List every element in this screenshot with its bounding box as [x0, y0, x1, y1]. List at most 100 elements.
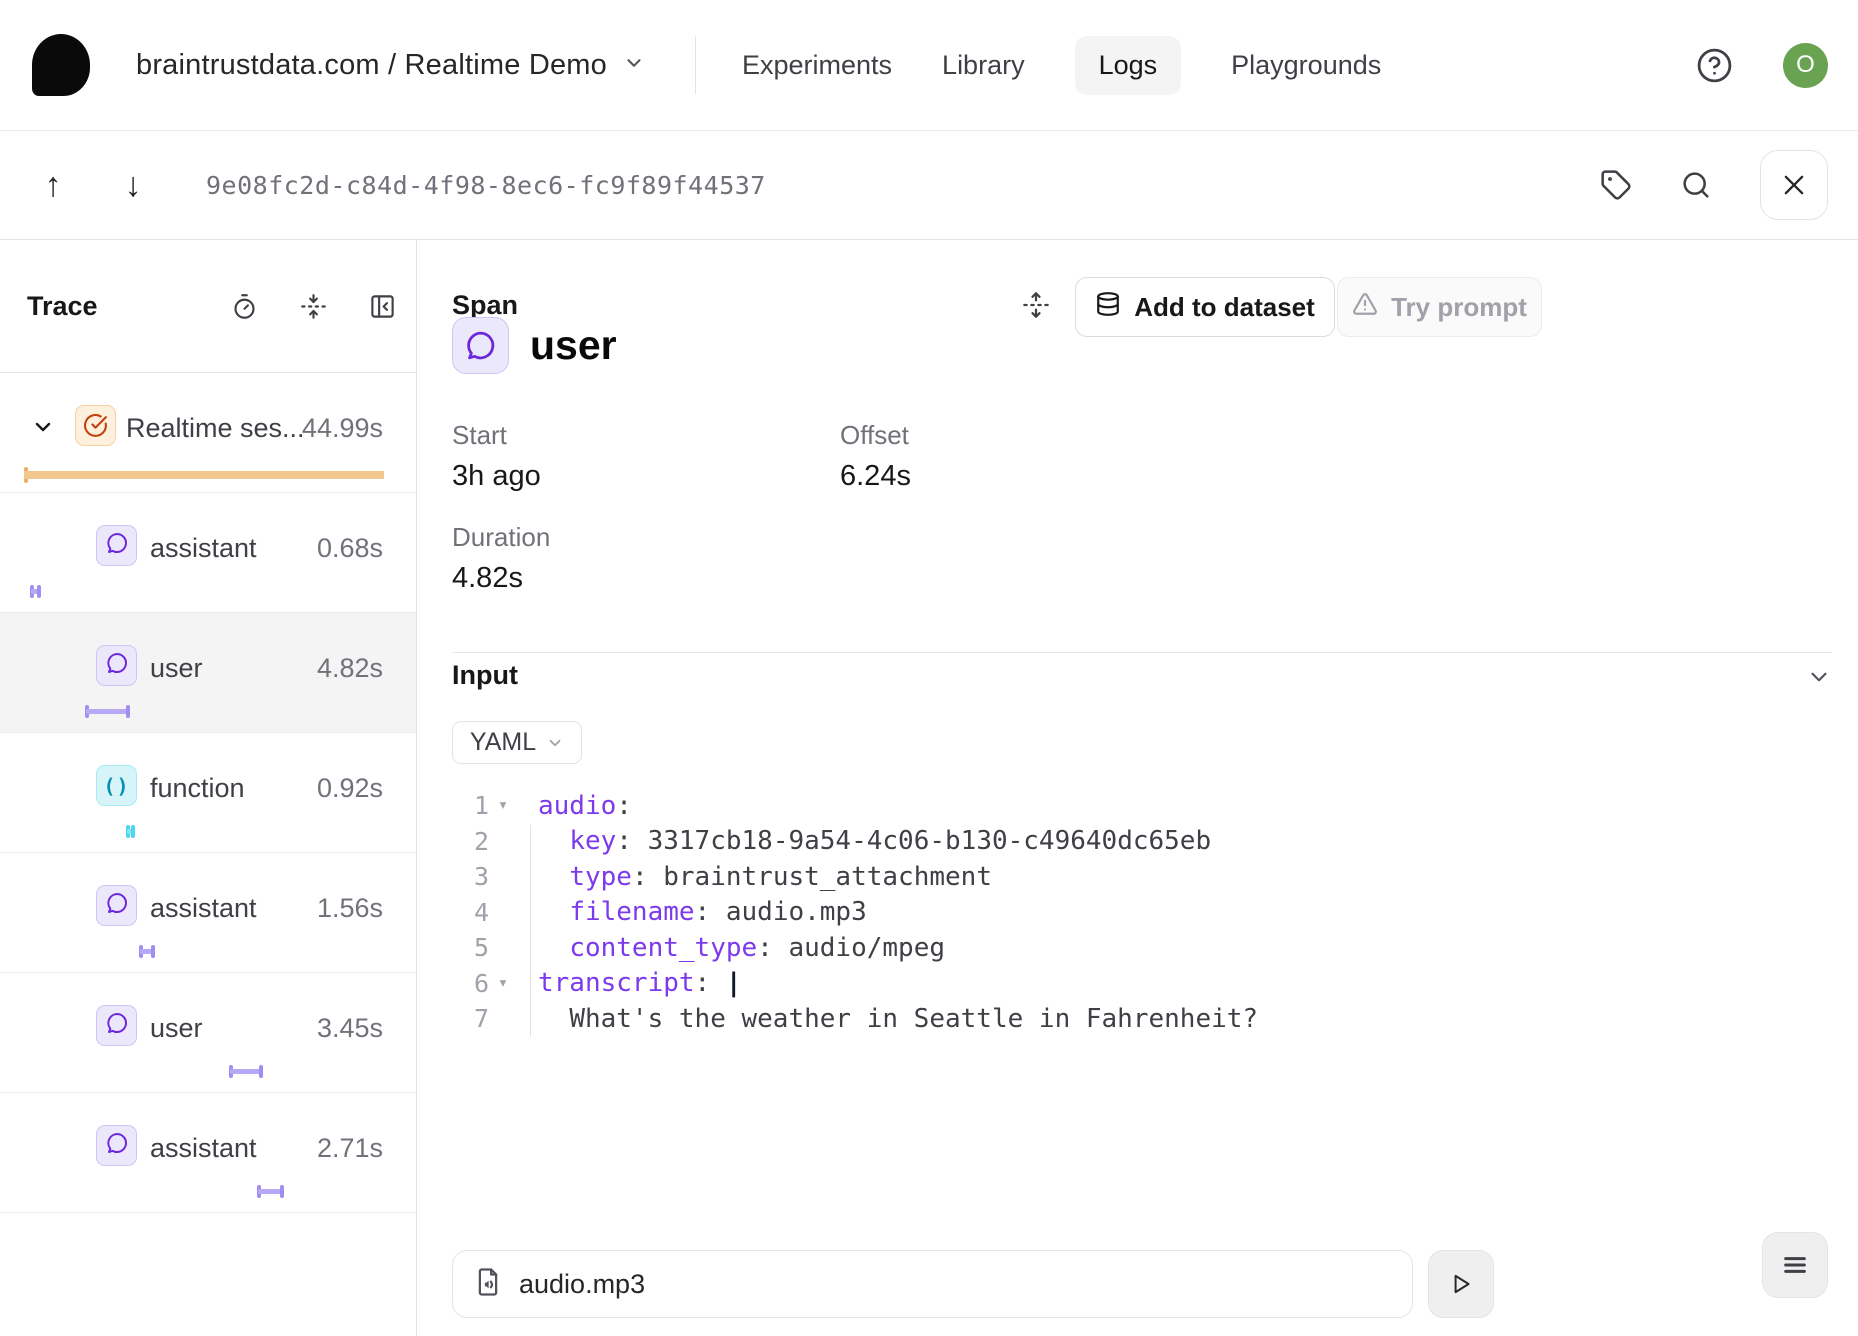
format-select-value: YAML: [470, 728, 536, 757]
trace-span-row[interactable]: () assistant 2.71s: [0, 1093, 416, 1213]
speech-bubble-icon: [105, 1131, 129, 1160]
span-label: assistant: [150, 893, 257, 924]
nav-links: Experiments Library Logs Playgrounds: [742, 36, 1381, 95]
trace-root-row[interactable]: Realtime ses... 44.99s: [0, 373, 416, 493]
user-avatar[interactable]: O: [1783, 43, 1828, 88]
trace-sidebar: Trace: [0, 240, 417, 1336]
span-name: user: [530, 322, 617, 369]
close-button[interactable]: [1760, 150, 1828, 220]
yaml-value: braintrust_attachment: [663, 862, 992, 892]
code-text: key: 3317cb18-9a54-4c06-b130-c49640dc65e…: [517, 826, 1211, 856]
audio-attachment[interactable]: audio.mp3: [452, 1250, 1413, 1318]
input-section-title: Input: [452, 660, 518, 691]
attachment-filename: audio.mp3: [519, 1269, 645, 1300]
span-timeline-bar: [85, 705, 130, 718]
span-label: user: [150, 1013, 203, 1044]
check-circle-icon: [75, 405, 116, 446]
database-icon: [1095, 291, 1121, 324]
code-line: 5 content_type: audio/mpeg: [417, 930, 1858, 966]
span-type-icon: (): [96, 645, 137, 686]
code-line: 4 filename: audio.mp3: [417, 895, 1858, 931]
collapse-vertical-icon[interactable]: [300, 293, 327, 320]
format-select[interactable]: YAML: [452, 721, 582, 764]
span-duration: 1.56s: [317, 893, 383, 924]
line-number: 4: [447, 898, 489, 927]
file-audio-icon: [473, 1267, 503, 1302]
span-timeline-bar: [30, 585, 41, 598]
line-number: 6: [447, 969, 489, 998]
braintrust-logo-icon[interactable]: [32, 34, 90, 96]
code-line: 7 What's the weather in Seattle in Fahre…: [417, 1001, 1858, 1037]
timer-icon[interactable]: [231, 293, 258, 320]
span-label: assistant: [150, 1133, 257, 1164]
meta-value-start: 3h ago: [452, 460, 541, 493]
trace-span-row[interactable]: () user 4.82s: [0, 613, 416, 733]
nav-item-logs[interactable]: Logs: [1075, 36, 1182, 95]
span-label: function: [150, 773, 245, 804]
prev-trace-button[interactable]: ↑: [30, 166, 76, 205]
span-type-icon: (): [96, 525, 137, 566]
nav-item-playgrounds[interactable]: Playgrounds: [1231, 36, 1381, 95]
span-timeline-bar: [229, 1065, 263, 1078]
trace-title: Trace: [27, 291, 98, 322]
yaml-value: 3317cb18-9a54-4c06-b130-c49640dc65eb: [648, 826, 1212, 856]
code-text: transcript: |: [517, 968, 742, 998]
yaml-value: What's the weather in Seattle in Fahrenh…: [569, 1004, 1258, 1034]
speech-bubble-icon: [105, 891, 129, 920]
tag-icon[interactable]: [1600, 169, 1632, 201]
span-label: assistant: [150, 533, 257, 564]
hamburger-menu-button[interactable]: [1762, 1232, 1828, 1298]
span-label: Realtime ses...: [126, 413, 305, 444]
try-prompt-label: Try prompt: [1391, 292, 1527, 323]
span-type-icon: (): [96, 1125, 137, 1166]
yaml-code-block[interactable]: 1 ▾ audio: 2 key: 3317cb18-9a54-4c06-b13…: [417, 788, 1858, 1037]
fold-chevron-icon[interactable]: ▾: [489, 975, 517, 992]
code-text: type: braintrust_attachment: [517, 862, 992, 892]
yaml-key: type: [569, 862, 632, 892]
yaml-value: audio.mp3: [726, 897, 867, 927]
code-text: What's the weather in Seattle in Fahrenh…: [517, 1004, 1258, 1034]
span-timeline-bar: [257, 1185, 284, 1198]
trace-tree: Realtime ses... 44.99s () assistant 0.68…: [0, 373, 416, 1213]
span-duration: 2.71s: [317, 1133, 383, 1164]
span-duration: 0.68s: [317, 533, 383, 564]
yaml-key: key: [569, 826, 616, 856]
play-audio-button[interactable]: [1428, 1250, 1494, 1318]
span-duration: 0.92s: [317, 773, 383, 804]
nav-item-library[interactable]: Library: [942, 36, 1025, 95]
trace-span-row[interactable]: () assistant 0.68s: [0, 493, 416, 613]
span-timeline-bar: [139, 945, 155, 958]
nav-divider: [695, 36, 696, 94]
code-line: 1 ▾ audio:: [417, 788, 1858, 824]
trace-span-row[interactable]: () assistant 1.56s: [0, 853, 416, 973]
line-number: 1: [447, 791, 489, 820]
span-timeline-bar: [126, 825, 135, 838]
warning-triangle-icon: [1352, 291, 1378, 324]
add-to-dataset-label: Add to dataset: [1134, 292, 1315, 323]
speech-bubble-icon: [105, 531, 129, 560]
chevron-down-icon[interactable]: [31, 415, 55, 444]
meta-label-offset: Offset: [840, 420, 909, 451]
nav-item-experiments[interactable]: Experiments: [742, 36, 892, 95]
span-label: user: [150, 653, 203, 684]
indent-guide: [530, 825, 531, 1037]
next-trace-button[interactable]: ↓: [110, 166, 156, 205]
collapse-panel-icon[interactable]: [369, 293, 396, 320]
fold-chevron-icon[interactable]: ▾: [489, 797, 517, 814]
trace-span-row[interactable]: () function 0.92s: [0, 733, 416, 853]
workspace-switcher[interactable]: braintrustdata.com / Realtime Demo: [136, 49, 645, 82]
add-to-dataset-button[interactable]: Add to dataset: [1075, 277, 1335, 337]
try-prompt-button[interactable]: Try prompt: [1337, 277, 1542, 337]
span-header: Span Add to dataset Try prompt: [417, 240, 1858, 373]
span-panel: Span Add to dataset Try prompt: [417, 240, 1858, 1336]
help-icon[interactable]: [1696, 47, 1733, 84]
collapse-input-icon[interactable]: [1806, 664, 1832, 695]
search-icon[interactable]: [1680, 169, 1712, 201]
input-section-divider: [452, 652, 1832, 653]
span-duration: 3.45s: [317, 1013, 383, 1044]
content: Trace: [0, 240, 1858, 1336]
trace-toolbar: ↑ ↓ 9e08fc2d-c84d-4f98-8ec6-fc9f89f44537: [0, 130, 1858, 240]
expand-vertical-icon[interactable]: [1022, 291, 1050, 324]
meta-label-duration: Duration: [452, 522, 550, 553]
trace-span-row[interactable]: () user 3.45s: [0, 973, 416, 1093]
